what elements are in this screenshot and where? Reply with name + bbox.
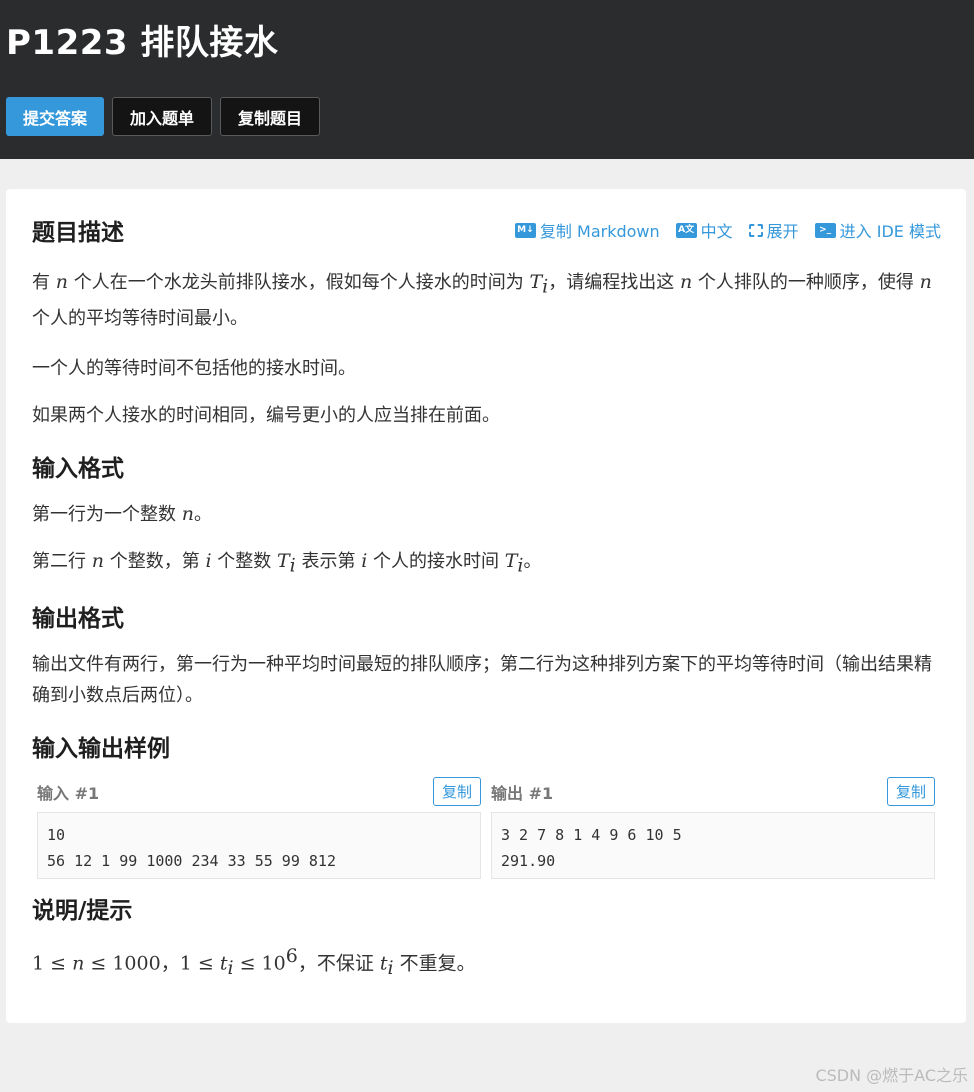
- language-label: 中文: [700, 222, 733, 241]
- language-chinese-link[interactable]: A文 中文: [675, 218, 733, 242]
- sample-input: 输入 #1 复制 10 56 12 1 99 1000 234 33 55 99…: [37, 777, 481, 880]
- hint-heading: 说明/提示: [32, 898, 133, 925]
- sample-input-code: 10 56 12 1 99 1000 234 33 55 99 812: [37, 812, 481, 880]
- description-paragraph-1: 有 n 个人在一个水龙头前排队接水，假如每个人接水的时间为 Ti，请编程找出这 …: [32, 271, 932, 329]
- add-to-list-button[interactable]: 加入题单: [112, 97, 213, 136]
- csdn-watermark: CSDN @燃于AC之乐: [815, 1066, 968, 1085]
- output-format-text: 输出文件有两行，第一行为一种平均时间最短的排队顺序；第二行为这种排列方案下的平均…: [32, 654, 932, 707]
- samples-heading: 输入输出样例: [32, 736, 170, 763]
- ide-mode-link[interactable]: >_ 进入 IDE 模式: [814, 218, 941, 242]
- problem-header: P1223 排队接水 提交答案 加入题单 复制题目: [0, 0, 974, 159]
- description-heading: 题目描述: [32, 220, 124, 246]
- translate-icon: A文: [675, 222, 697, 238]
- copy-input-button[interactable]: 复制: [432, 777, 481, 807]
- submit-answer-button[interactable]: 提交答案: [6, 97, 105, 136]
- expand-link[interactable]: 展开: [748, 218, 799, 242]
- description-paragraph-2: 一个人的等待时间不包括他的接水时间。: [32, 357, 356, 379]
- header-button-row: 提交答案 加入题单 复制题目: [6, 97, 968, 136]
- description-header: 题目描述 M↓ 复制 Markdown A文 中文 展开 >_ 进入 IDE 模…: [32, 213, 941, 247]
- input-format-line-1: 第一行为一个整数 n。: [32, 502, 212, 525]
- sample-output: 输出 #1 复制 3 2 7 8 1 4 9 6 10 5 291.90: [491, 777, 935, 880]
- expand-icon: [748, 223, 763, 237]
- hint-text: 1 ≤ n ≤ 1000，1 ≤ ti ≤ 106，不保证 ti 不重复。: [32, 945, 476, 980]
- problem-card: 题目描述 M↓ 复制 Markdown A文 中文 展开 >_ 进入 IDE 模…: [6, 189, 966, 1023]
- problem-actions: M↓ 复制 Markdown A文 中文 展开 >_ 进入 IDE 模式: [514, 218, 941, 242]
- sample-input-label: 输入 #1: [37, 783, 100, 803]
- copy-markdown-link[interactable]: M↓ 复制 Markdown: [514, 218, 660, 242]
- terminal-icon: >_: [814, 222, 836, 238]
- expand-label: 展开: [766, 222, 799, 241]
- description-paragraph-3: 如果两个人接水的时间相同，编号更小的人应当排在前面。: [32, 404, 500, 426]
- markdown-icon: M↓: [514, 222, 536, 238]
- samples-container: 输入 #1 复制 10 56 12 1 99 1000 234 33 55 99…: [32, 777, 940, 880]
- copy-output-button[interactable]: 复制: [886, 777, 935, 807]
- copy-problem-button[interactable]: 复制题目: [220, 97, 321, 136]
- input-format-heading: 输入格式: [32, 455, 124, 482]
- sample-output-code: 3 2 7 8 1 4 9 6 10 5 291.90: [491, 812, 935, 880]
- problem-title: P1223 排队接水: [6, 23, 279, 63]
- output-format-heading: 输出格式: [32, 606, 124, 633]
- input-format-line-2: 第二行 n 个整数，第 i 个整数 Ti 表示第 i 个人的接水时间 Ti。: [32, 549, 542, 577]
- copy-markdown-label: 复制 Markdown: [539, 222, 660, 241]
- sample-output-label: 输出 #1: [491, 783, 554, 803]
- ide-mode-label: 进入 IDE 模式: [839, 222, 941, 241]
